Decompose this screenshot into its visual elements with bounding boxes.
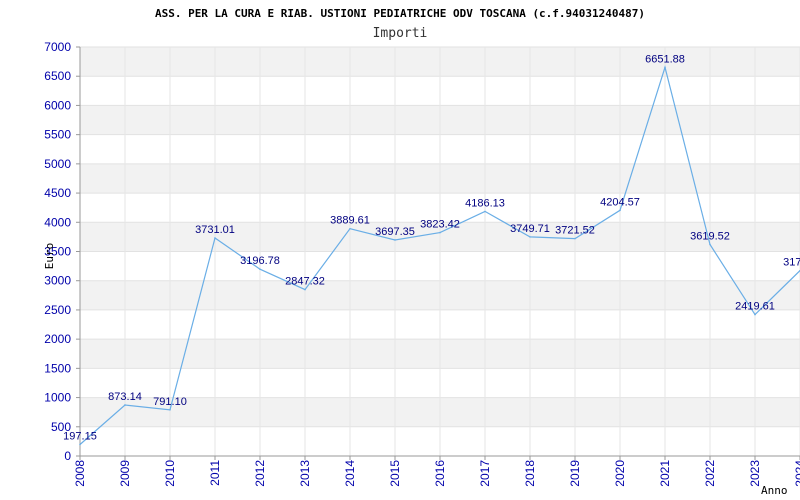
data-point [124,404,126,406]
x-tick-label: 2022 [703,460,717,487]
data-label: 3196.78 [240,255,280,267]
y-tick-label: 6500 [44,69,71,83]
x-tick-label: 2019 [568,460,582,487]
data-label: 3721.52 [555,225,595,237]
data-point [214,237,216,239]
x-tick-label: 2018 [523,460,537,487]
data-label: 3619.52 [690,231,730,243]
y-tick-label: 6000 [44,98,71,112]
x-tick-label: 2016 [433,460,447,487]
x-tick-label: 2014 [343,460,357,487]
data-label: 3749.71 [510,223,550,235]
y-tick-label: 0 [64,449,71,463]
data-point [754,313,756,316]
y-tick-label: 1000 [44,391,71,405]
data-point [529,236,531,238]
chart: ASS. PER LA CURA E RIAB. USTIONI PEDIATR… [0,0,800,500]
chart-subtitle: Importi [373,26,428,41]
y-tick-label: 5500 [44,128,71,142]
x-tick-label: 2013 [298,460,312,487]
y-tick-label: 4000 [44,215,71,229]
y-tick-label: 7000 [44,40,71,54]
x-tick-label: 2009 [118,460,132,487]
data-label: 4204.57 [600,196,640,208]
data-label: 4186.13 [465,197,505,209]
data-label: 873.14 [108,391,142,403]
data-point [664,66,666,69]
x-axis-ticks: 2008 2009 2010 2011 2012 2013 2014 2015 2016 2017… [73,456,800,487]
data-point [304,288,306,291]
x-tick-label: 2008 [73,460,87,487]
x-tick-label: 2012 [253,460,267,487]
x-tick-label: 2021 [658,460,672,487]
line-chart: ASS. PER LA CURA E RIAB. USTIONI PEDIATR… [43,7,800,497]
data-label: 2419.61 [735,301,775,313]
x-tick-label: 2010 [163,460,177,487]
y-axis-title: Euro [43,243,56,270]
data-point [439,231,441,234]
x-tick-label: 2011 [208,460,222,486]
x-tick-label: 2015 [388,460,402,487]
data-point [79,443,81,446]
data-label: 3889.61 [330,215,370,227]
data-point [709,243,711,246]
y-tick-label: 5000 [44,157,71,171]
data-label: 3731.01 [195,224,235,236]
x-tick-label: 2020 [613,460,627,487]
chart-title: ASS. PER LA CURA E RIAB. USTIONI PEDIATR… [155,7,645,20]
data-label: 197.15 [63,430,97,442]
x-axis-title: Anno [761,484,788,497]
data-label: 6651.88 [645,53,685,65]
data-point [349,227,351,230]
data-label: 3823.42 [420,219,460,231]
y-tick-label: 2000 [44,332,71,346]
data-label: 791.10 [153,396,187,408]
y-tick-label: 1500 [44,361,71,375]
data-point [619,209,621,212]
data-label: 3697.35 [375,226,415,238]
x-tick-label: 2024 [793,460,800,487]
data-point [169,408,171,411]
data-label: 3172.3 [783,257,800,269]
data-point [394,239,396,241]
y-tick-label: 3000 [44,274,71,288]
y-tick-label: 4500 [44,186,71,200]
data-point [484,210,486,213]
x-tick-label: 2023 [748,460,762,487]
data-point [259,268,261,271]
y-tick-label: 2500 [44,303,71,317]
data-label: 2847.32 [285,276,325,288]
data-point [574,237,576,240]
x-tick-label: 2017 [478,460,492,487]
